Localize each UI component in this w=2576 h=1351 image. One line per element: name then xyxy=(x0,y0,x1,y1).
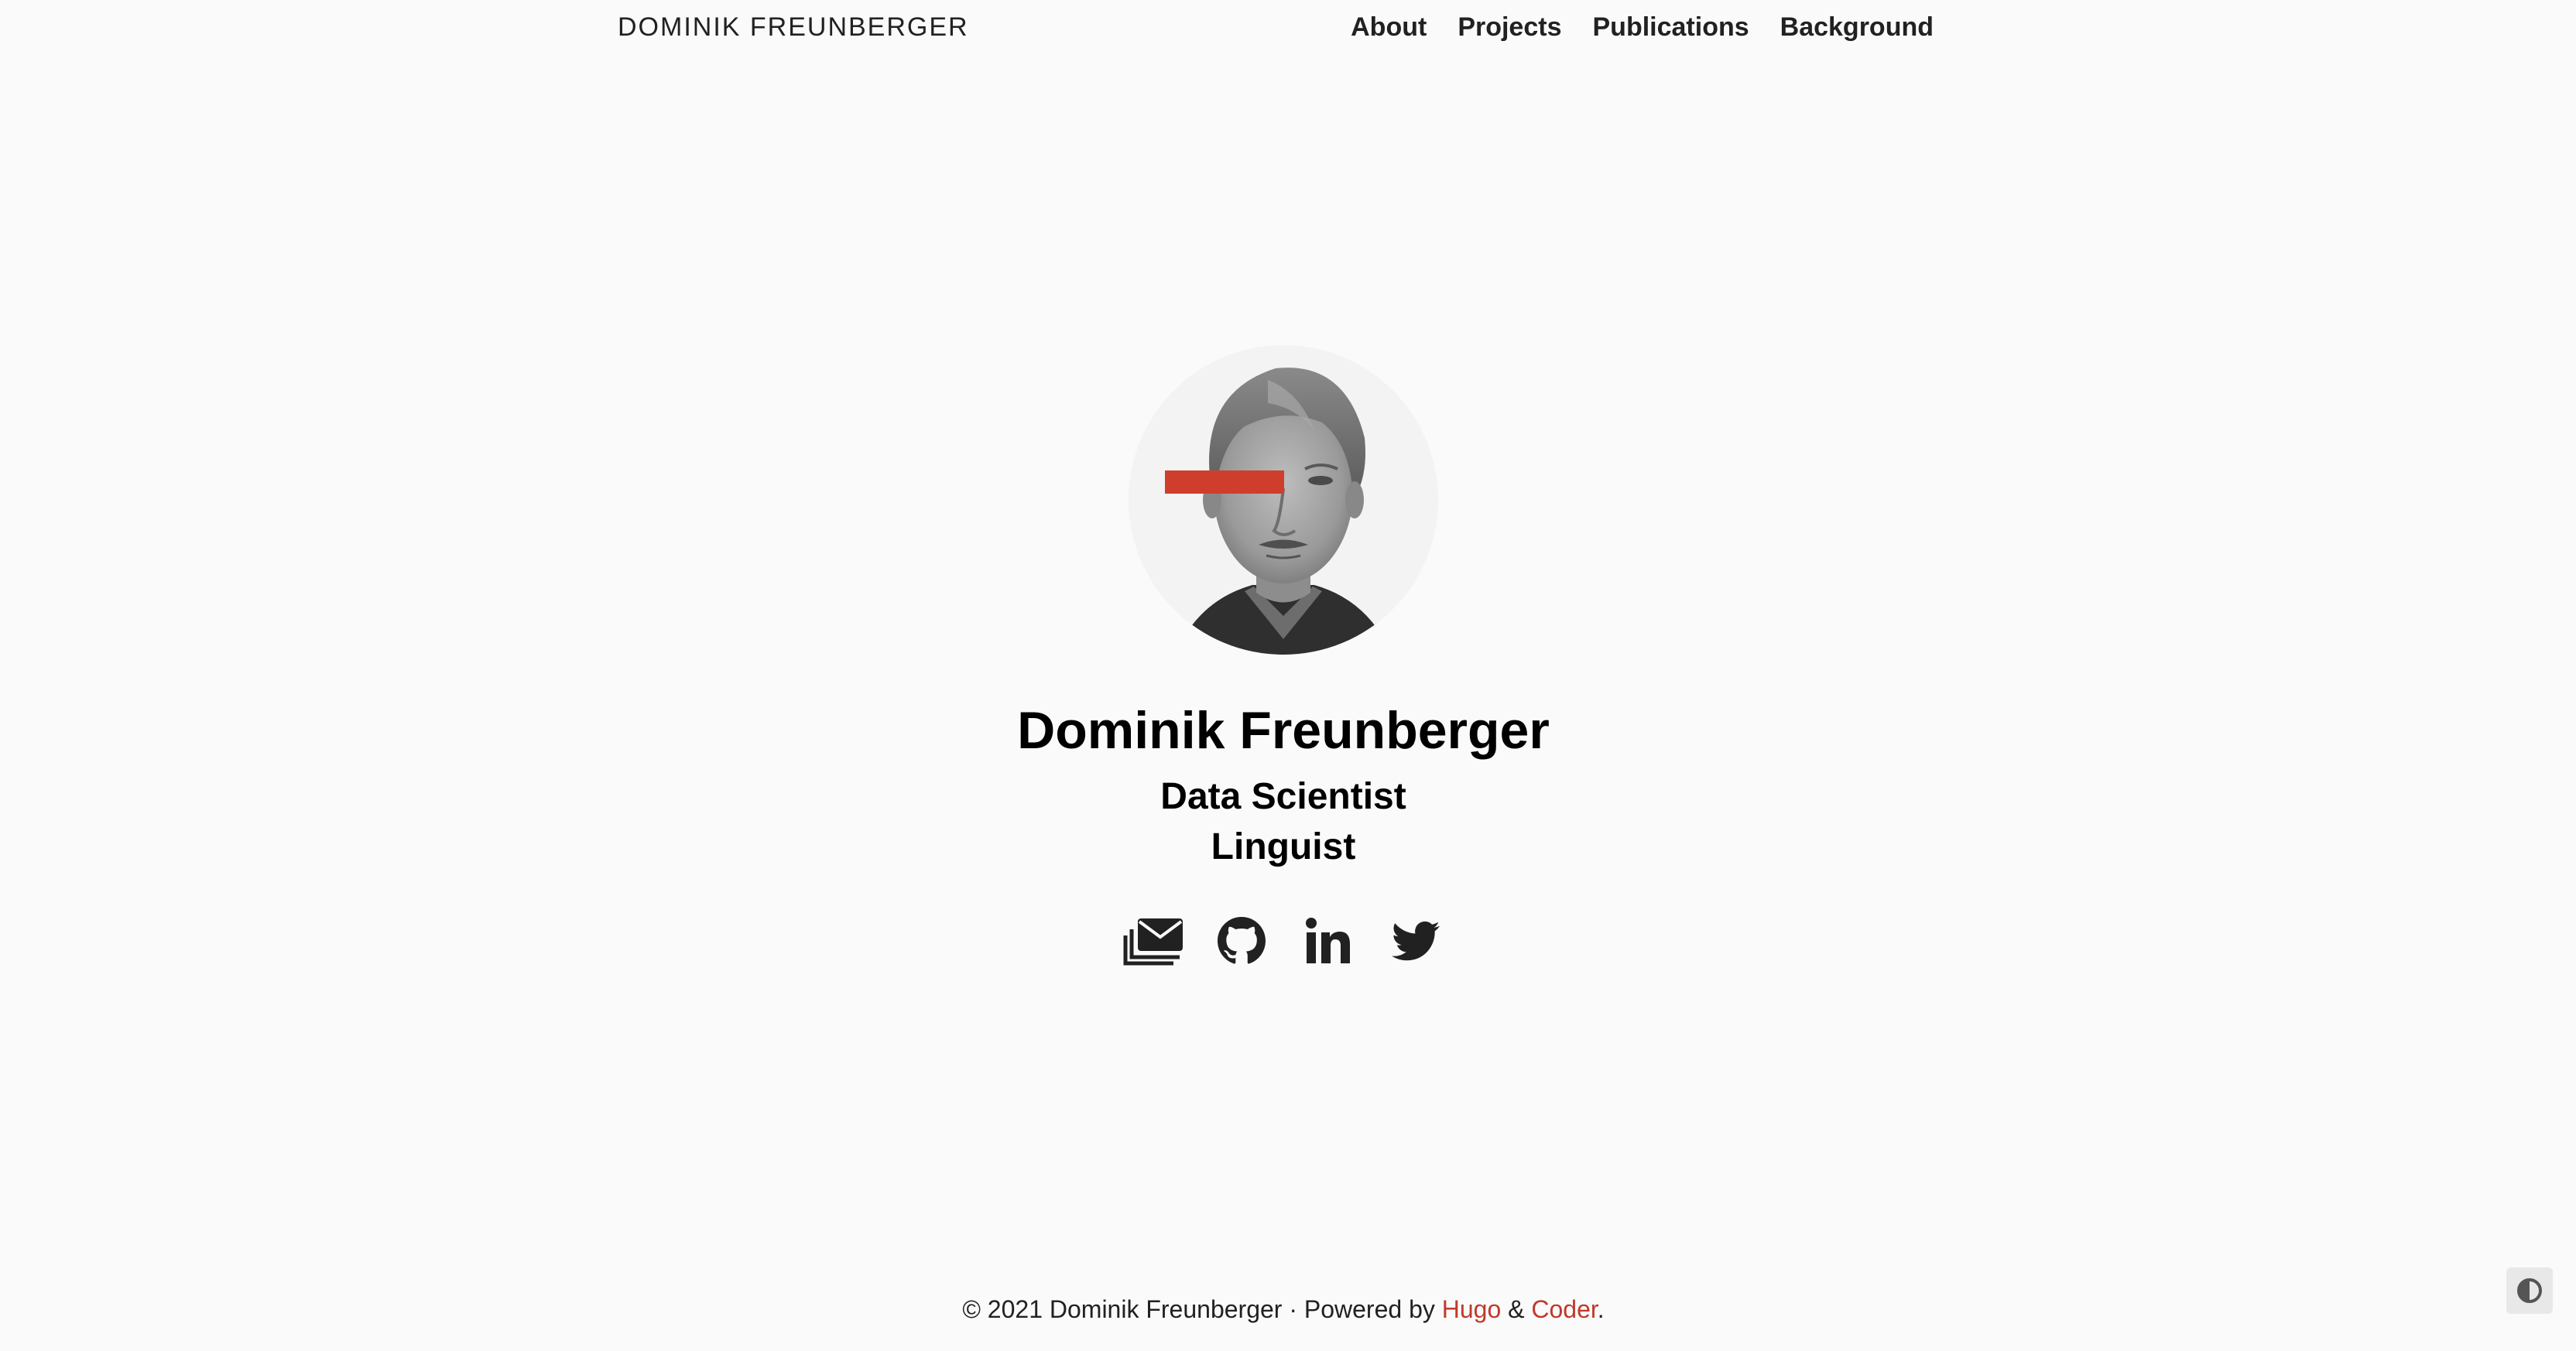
linkedin-icon xyxy=(1306,918,1351,963)
mail-stack-icon xyxy=(1123,918,1183,966)
nav-link-projects[interactable]: Projects xyxy=(1458,12,1561,43)
theme-toggle-button[interactable] xyxy=(2506,1267,2553,1314)
footer-period: . xyxy=(1597,1295,1605,1323)
twitter-link[interactable] xyxy=(1384,910,1447,972)
top-navigation: DOMINIK FREUNBERGER About Projects Publi… xyxy=(0,0,2576,62)
twitter-icon xyxy=(1391,921,1440,961)
footer-copyright: © 2021 Dominik Freunberger · Powered by xyxy=(962,1295,1442,1323)
linkedin-link[interactable] xyxy=(1297,910,1360,972)
github-link[interactable] xyxy=(1210,910,1273,972)
profile-name: Dominik Freunberger xyxy=(1017,701,1550,760)
profile-title-linguist: Linguist xyxy=(1211,826,1356,867)
social-links xyxy=(1122,910,1447,972)
footer-ampersand: & xyxy=(1501,1295,1532,1323)
contrast-icon xyxy=(2517,1278,2542,1303)
nav-link-about[interactable]: About xyxy=(1351,12,1427,43)
github-icon xyxy=(1217,917,1266,964)
nav-link-background[interactable]: Background xyxy=(1780,12,1934,43)
nav-link-publications[interactable]: Publications xyxy=(1593,12,1749,43)
portrait-photo xyxy=(1129,345,1438,655)
footer-hugo-link[interactable]: Hugo xyxy=(1442,1295,1502,1323)
footer-coder-link[interactable]: Coder xyxy=(1531,1295,1597,1323)
nav-links: About Projects Publications Background xyxy=(1351,12,1934,43)
site-brand-link[interactable]: DOMINIK FREUNBERGER xyxy=(618,12,969,43)
avatar xyxy=(1129,345,1438,655)
footer: © 2021 Dominik Freunberger · Powered by … xyxy=(0,1291,2567,1328)
profile-title-data-scientist: Data Scientist xyxy=(1160,776,1406,817)
email-link[interactable] xyxy=(1122,910,1186,972)
